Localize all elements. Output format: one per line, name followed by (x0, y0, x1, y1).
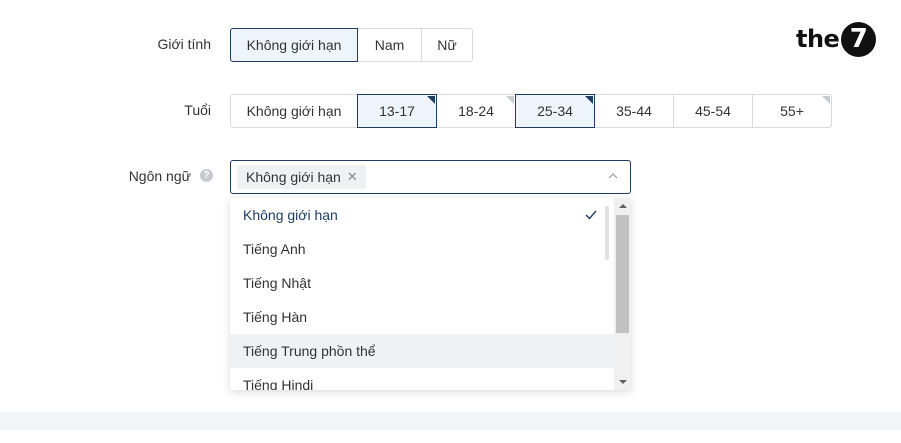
gender-label: Giới tính (157, 36, 211, 52)
dropdown-option-label: Tiếng Anh (243, 241, 306, 257)
scroll-up-icon[interactable] (619, 204, 627, 208)
close-icon[interactable]: ✕ (347, 165, 358, 189)
age-option-unlimited[interactable]: Không giới hạn (230, 94, 358, 128)
dropdown-option-label: Không giới hạn (243, 207, 338, 223)
targeting-panel: Giới tính Không giới hạn Nam Nữ Tuổi Khô… (0, 0, 901, 412)
age-option-25-34[interactable]: 25-34 (515, 94, 595, 128)
question-circle-icon[interactable]: ? (200, 169, 213, 182)
logo-badge: 7 (841, 21, 877, 57)
dropdown-option[interactable]: Tiếng Nhật (230, 266, 614, 300)
inner-scrollbar[interactable] (605, 206, 609, 260)
gender-option-male[interactable]: Nam (357, 28, 422, 62)
corner-marker-icon (506, 96, 514, 104)
language-dropdown: Không giới hạn Tiếng Anh Tiếng Nhật Tiến… (230, 198, 631, 390)
corner-marker-icon (822, 96, 830, 104)
brand-logo: the 7 (796, 20, 877, 58)
age-segmented-control: Không giới hạn 13-17 18-24 25-34 35-44 4… (230, 94, 832, 128)
age-option-45-54[interactable]: 45-54 (673, 94, 753, 128)
scroll-down-icon[interactable] (619, 380, 627, 384)
age-option-label: 13-17 (379, 103, 415, 119)
dropdown-option[interactable]: Tiếng Anh (230, 232, 614, 266)
gender-option-female[interactable]: Nữ (421, 28, 473, 62)
age-option-label: 18-24 (458, 103, 494, 119)
language-select[interactable]: Không giới hạn ✕ (230, 160, 631, 194)
age-option-label: 35-44 (616, 103, 652, 119)
age-option-35-44[interactable]: 35-44 (594, 94, 674, 128)
dropdown-option[interactable]: Không giới hạn (230, 198, 614, 232)
corner-marker-icon (427, 96, 435, 104)
age-option-label: 55+ (780, 103, 804, 119)
dropdown-scrollbar[interactable] (614, 198, 631, 390)
age-option-55-plus[interactable]: 55+ (752, 94, 832, 128)
next-panel-edge (0, 430, 901, 443)
age-option-18-24[interactable]: 18-24 (436, 94, 516, 128)
age-label: Tuổi (184, 102, 211, 118)
dropdown-option[interactable]: Tiếng Trung phồn thể (230, 334, 614, 368)
language-label: Ngôn ngữ (128, 168, 191, 184)
selected-tag-label: Không giới hạn (246, 169, 341, 185)
gender-option-unlimited[interactable]: Không giới hạn (230, 28, 358, 62)
age-option-label: 45-54 (695, 103, 731, 119)
dropdown-option-label: Tiếng Nhật (243, 275, 311, 291)
corner-marker-icon (585, 96, 593, 104)
age-option-label: 25-34 (537, 103, 573, 119)
gender-segmented-control: Không giới hạn Nam Nữ (230, 28, 473, 62)
check-icon (585, 210, 597, 220)
dropdown-option-label: Tiếng Trung phồn thể (243, 343, 376, 359)
logo-text: the (796, 25, 840, 53)
dropdown-option[interactable]: Tiếng Hindi (230, 368, 614, 390)
scrollbar-thumb[interactable] (616, 215, 629, 333)
dropdown-option-label: Tiếng Hàn (243, 309, 308, 325)
selected-tag: Không giới hạn ✕ (237, 165, 366, 189)
chevron-up-icon[interactable] (608, 171, 618, 181)
age-option-label: Không giới hạn (246, 103, 342, 119)
age-option-13-17[interactable]: 13-17 (357, 94, 437, 128)
dropdown-option-label: Tiếng Hindi (243, 377, 314, 390)
dropdown-option[interactable]: Tiếng Hàn (230, 300, 614, 334)
